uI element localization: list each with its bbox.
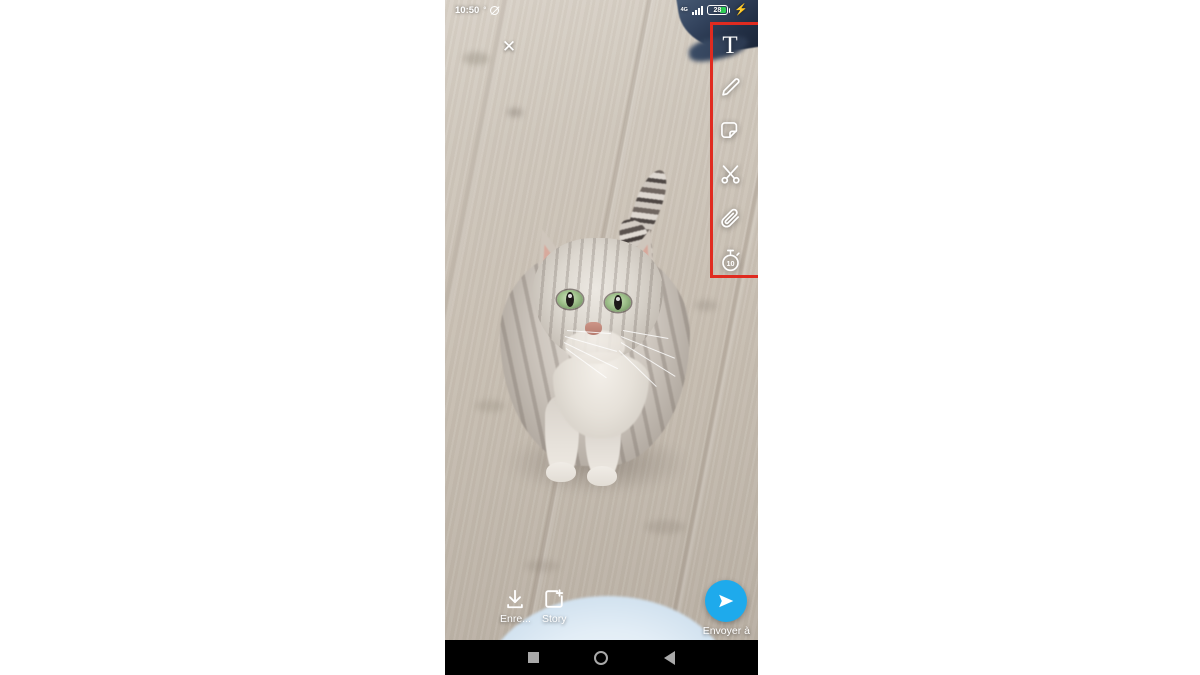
bottom-action-bar: Enre... Story Envoyer à — [445, 578, 758, 640]
cat-eye-right — [605, 293, 631, 312]
recents-button[interactable] — [527, 652, 539, 663]
status-bar-right: 4G 28 ⚡ — [680, 3, 748, 16]
phone-screenshot: 10:50 ° 4G 28 ⚡ ✕ T 10 Enre... Story Env… — [445, 0, 758, 675]
network-label: 4G — [680, 6, 688, 13]
attach-tool-button[interactable] — [715, 202, 745, 232]
network-indicator: 4G — [680, 6, 688, 13]
save-button[interactable]: Enre... — [500, 588, 531, 625]
close-icon[interactable]: ✕ — [497, 34, 521, 58]
cat-eye-left — [557, 290, 583, 309]
editor-tool-rail: T 10 — [704, 24, 756, 281]
timer-tool-button[interactable]: 10 — [715, 245, 745, 275]
screenshot-canvas: 10:50 ° 4G 28 ⚡ ✕ T 10 Enre... Story Env… — [0, 0, 1200, 675]
send-arrow-icon — [719, 594, 734, 608]
back-triangle-icon — [664, 650, 676, 665]
send-to-button[interactable]: Envoyer à — [703, 580, 750, 637]
pencil-icon — [722, 78, 740, 96]
status-time: 10:50 — [455, 4, 480, 16]
home-button[interactable] — [594, 650, 609, 665]
battery-percent: 28 — [713, 6, 722, 14]
send-button-circle[interactable] — [705, 580, 748, 622]
sticker-icon — [721, 122, 738, 138]
sticker-tool-button[interactable] — [715, 116, 745, 146]
degree-mark: ° — [483, 6, 487, 14]
home-circle-icon — [594, 650, 609, 665]
paperclip-icon — [720, 208, 739, 228]
charging-bolt-icon: ⚡ — [734, 3, 748, 16]
do-not-disturb-icon — [490, 5, 500, 15]
status-bar-left: 10:50 ° — [455, 4, 500, 16]
cat-paw-left — [546, 462, 576, 482]
stopwatch-icon: 10 — [721, 249, 740, 271]
battery-tip — [728, 7, 731, 13]
save-label: Enre... — [500, 613, 531, 625]
crop-tool-button[interactable] — [715, 159, 745, 189]
battery-body: 28 — [706, 5, 728, 15]
signal-bars-icon — [691, 5, 703, 15]
status-bar: 10:50 ° 4G 28 ⚡ — [445, 0, 758, 20]
cat-paw-right — [587, 466, 617, 486]
story-button[interactable]: Story — [542, 588, 567, 625]
scissors-icon — [720, 164, 740, 184]
battery-indicator: 28 — [706, 5, 731, 15]
add-to-story-icon — [545, 589, 564, 608]
text-tool-button[interactable]: T — [715, 30, 745, 60]
back-button[interactable] — [664, 650, 676, 665]
recents-square-icon — [527, 652, 539, 663]
story-label: Story — [542, 613, 567, 625]
android-nav-bar — [445, 640, 758, 675]
send-label: Envoyer à — [702, 625, 750, 637]
text-icon: T — [722, 31, 738, 59]
download-icon — [507, 589, 524, 609]
timer-value: 10 — [726, 258, 734, 267]
draw-tool-button[interactable] — [715, 73, 745, 103]
